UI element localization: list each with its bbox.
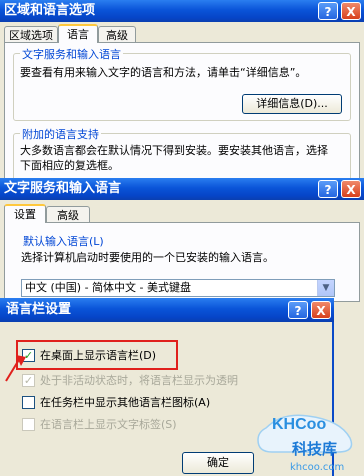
text-services-legend: 文字服务和输入语言 — [20, 46, 123, 62]
close-button-3[interactable]: X — [311, 301, 331, 319]
close-button[interactable]: X — [341, 2, 361, 20]
default-lang-value: 中文 (中国) - 简体中文 - 美式键盘 — [25, 281, 192, 294]
settings-panel: 默认输入语言(L) 选择计算机启动时要使用的一个已安装的输入语言。 中文 (中国… — [4, 222, 360, 302]
chevron-down-icon[interactable]: ▼ — [317, 280, 334, 296]
language-bar-title: 语言栏设置 — [6, 302, 72, 317]
watermark-name: 科技库 — [292, 440, 338, 458]
text-services-desc: 要查看有用来输入文字的语言和方法，请单击“详细信息”。 — [20, 66, 307, 79]
transparent-label: 处于非活动状态时，将语言栏显示为透明 — [40, 374, 238, 387]
default-lang-desc: 选择计算机启动时要使用的一个已安装的输入语言。 — [21, 251, 274, 264]
tab-regional-options[interactable]: 区域选项 — [4, 26, 58, 43]
regional-options-title: 区域和语言选项 — [4, 3, 96, 18]
default-lang-label: 默认输入语言(L) — [23, 235, 104, 248]
red-arrow-icon-3 — [5, 355, 26, 382]
watermark-logo-text: KHCoo — [272, 416, 327, 433]
taskbar-icons-label: 在任务栏中显示其他语言栏图标(A) — [40, 396, 211, 409]
help-button[interactable]: ? — [318, 2, 338, 20]
text-services-title: 文字服务和输入语言 — [4, 181, 122, 196]
default-lang-select[interactable]: 中文 (中国) - 简体中文 - 美式键盘 ▼ — [21, 279, 335, 297]
taskbar-icons-checkbox[interactable] — [22, 396, 35, 409]
regional-options-titlebar[interactable]: 区域和语言选项 ? X — [0, 0, 364, 22]
text-labels-label: 在语言栏上显示文字标签(S) — [40, 418, 177, 431]
details-button[interactable]: 详细信息(D)... — [242, 94, 342, 114]
language-bar-titlebar[interactable]: 语言栏设置 ? X — [0, 298, 334, 322]
supplemental-language-group: 附加的语言支持 大多数语言都会在默认情况下得到安装。要安装其他语言，选择 下面相… — [13, 126, 351, 183]
help-button-2[interactable]: ? — [318, 180, 338, 198]
tab-languages[interactable]: 语言 — [58, 24, 98, 43]
watermark-url: khcoo.com — [290, 462, 345, 473]
text-services-titlebar[interactable]: 文字服务和输入语言 ? X — [0, 178, 364, 200]
tab-advanced-2[interactable]: 高级 — [46, 206, 90, 223]
text-services-group: 文字服务和输入语言 要查看有用来输入文字的语言和方法，请单击“详细信息”。 详细… — [13, 46, 351, 121]
ok-button[interactable]: 确定 — [182, 452, 254, 474]
close-button-2[interactable]: X — [341, 180, 361, 198]
languages-panel: 文字服务和输入语言 要查看有用来输入文字的语言和方法，请单击“详细信息”。 详细… — [4, 42, 360, 183]
highlight-box — [16, 340, 178, 370]
tab-settings[interactable]: 设置 — [4, 204, 46, 223]
help-button-3[interactable]: ? — [288, 301, 308, 319]
supplemental-line2: 下面相应的复选框。 — [20, 159, 119, 172]
supplemental-legend: 附加的语言支持 — [20, 126, 101, 142]
tab-advanced[interactable]: 高级 — [98, 26, 136, 43]
text-labels-checkbox[interactable] — [22, 418, 35, 431]
supplemental-line1: 大多数语言都会在默认情况下得到安装。要安装其他语言，选择 — [20, 144, 328, 157]
